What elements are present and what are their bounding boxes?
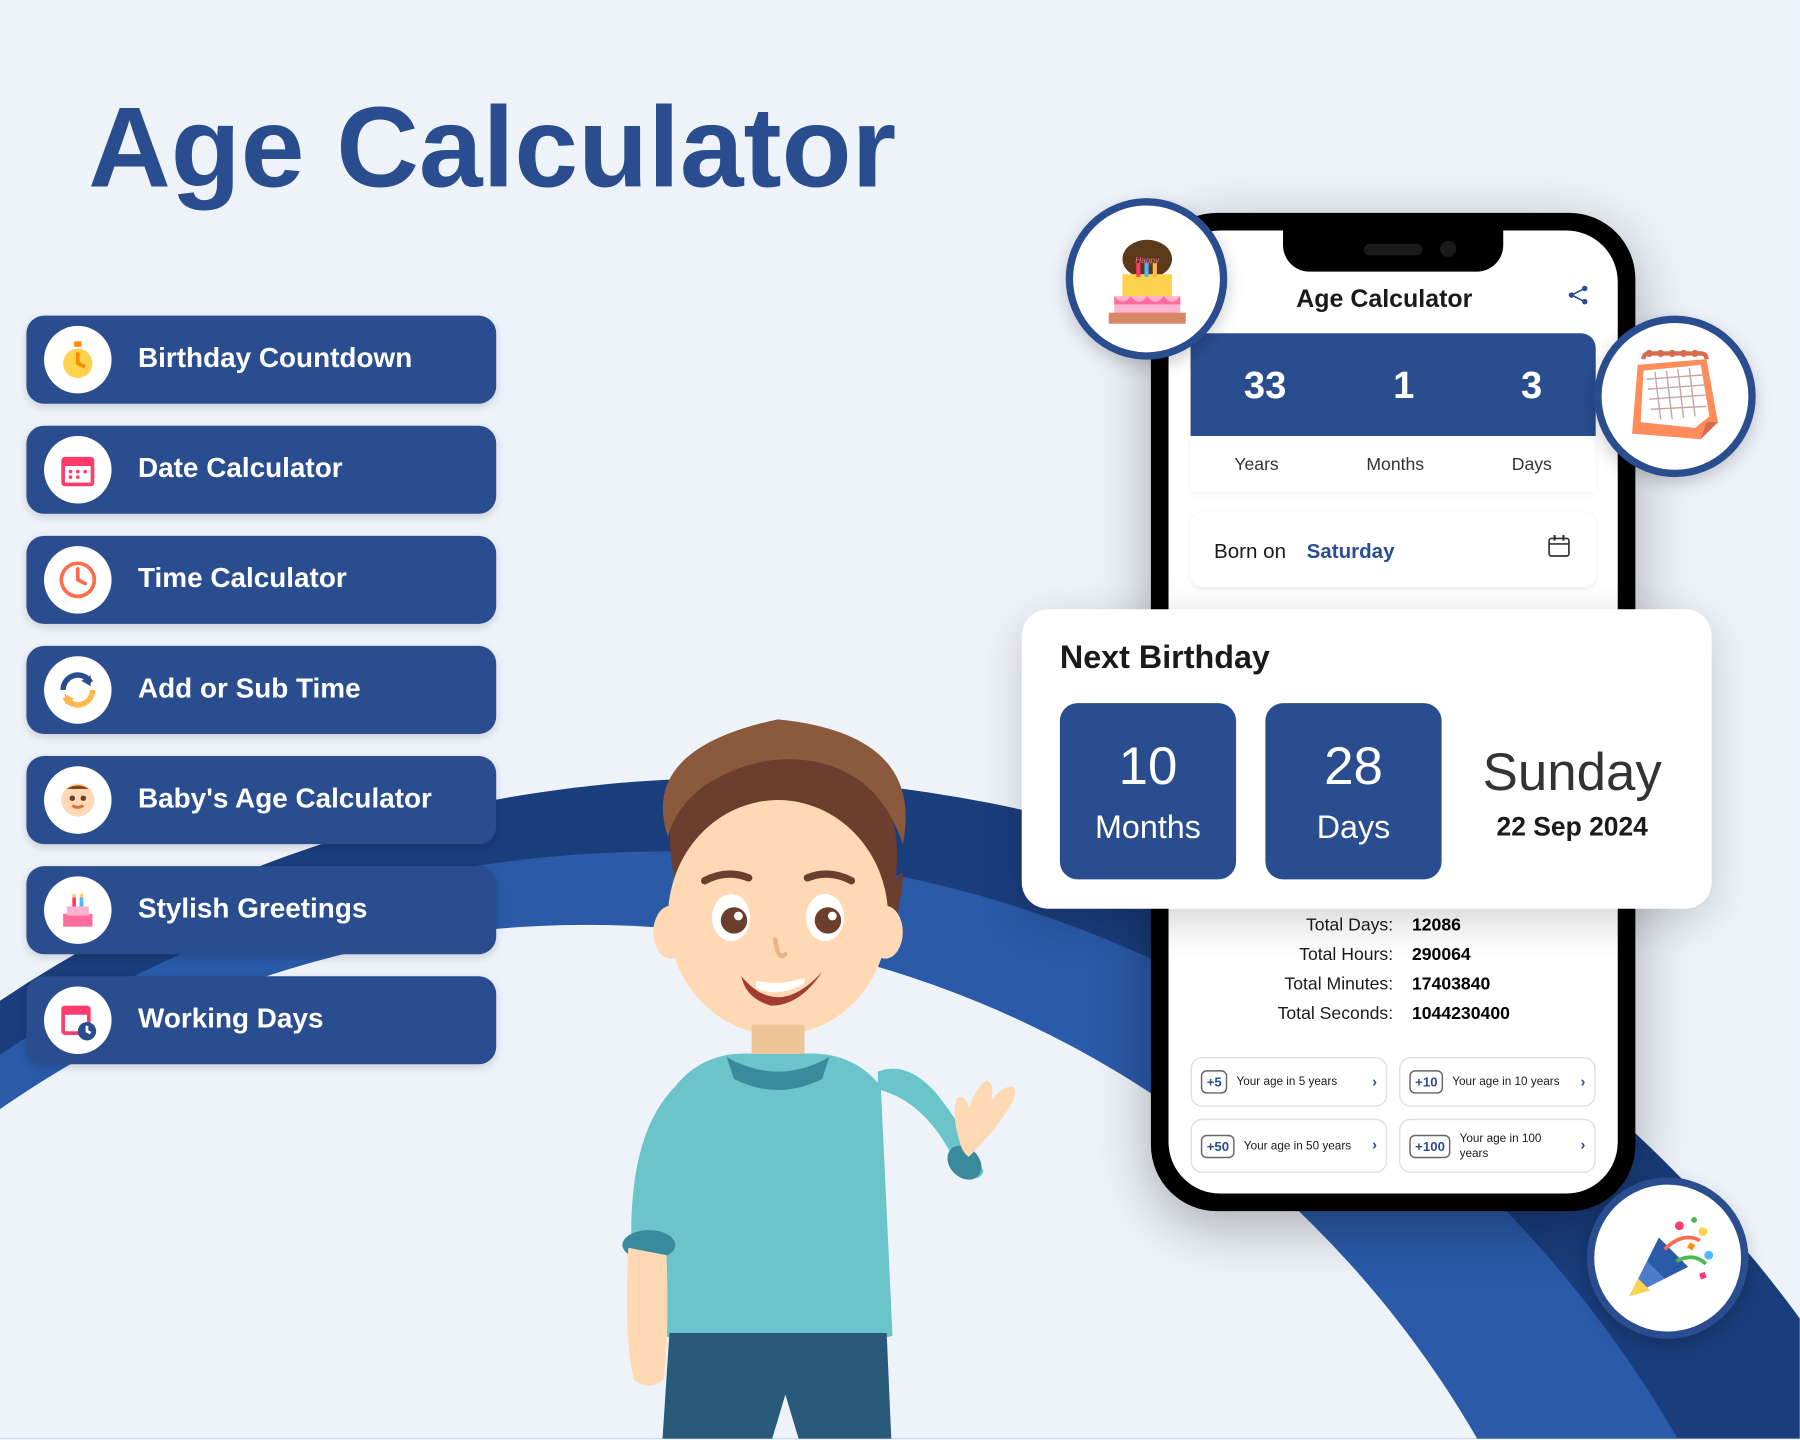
projection-10[interactable]: +10Your age in 10 years› xyxy=(1399,1057,1596,1107)
born-row[interactable]: Born on Saturday xyxy=(1191,512,1596,587)
total-row: Total Seconds:1044230400 xyxy=(1205,998,1581,1027)
callout-date: 22 Sep 2024 xyxy=(1471,811,1674,842)
feature-label: Baby's Age Calculator xyxy=(138,784,432,816)
age-months: 1 xyxy=(1393,362,1414,408)
feature-baby-age[interactable]: Baby's Age Calculator xyxy=(26,756,496,844)
phone-notch xyxy=(1283,230,1503,271)
feature-label: Birthday Countdown xyxy=(138,344,412,376)
born-label: Born on xyxy=(1214,538,1286,561)
calendar-clock-icon xyxy=(44,986,112,1054)
born-day: Saturday xyxy=(1307,538,1395,561)
feature-birthday-countdown[interactable]: Birthday Countdown xyxy=(26,316,496,404)
next-birthday-callout: Next Birthday 10 Months 28 Days Sunday 2… xyxy=(1022,609,1712,908)
calendar-dots-icon xyxy=(44,436,112,504)
feature-add-sub-time[interactable]: Add or Sub Time xyxy=(26,646,496,734)
callout-days-lbl: Days xyxy=(1317,809,1391,847)
share-icon[interactable] xyxy=(1565,282,1591,316)
total-row: Total Hours:290064 xyxy=(1205,940,1581,969)
callout-months-lbl: Months xyxy=(1095,809,1201,847)
feature-label: Add or Sub Time xyxy=(138,674,361,706)
age-labels: Years Months Days xyxy=(1191,436,1596,492)
callout-months-box: 10 Months xyxy=(1060,703,1236,879)
projection-50[interactable]: +50Your age in 50 years› xyxy=(1191,1119,1388,1174)
callout-title: Next Birthday xyxy=(1060,639,1674,677)
feature-label: Date Calculator xyxy=(138,454,343,486)
label-years: Years xyxy=(1234,454,1278,475)
boy-illustration xyxy=(528,646,1027,1439)
chevron-right-icon: › xyxy=(1372,1074,1377,1090)
feature-time-calculator[interactable]: Time Calculator xyxy=(26,536,496,624)
feature-label: Working Days xyxy=(138,1004,323,1036)
feature-label: Stylish Greetings xyxy=(138,894,367,926)
callout-dayname: Sunday xyxy=(1471,741,1674,803)
feature-list: Birthday Countdown Date Calculator Time … xyxy=(26,316,496,1065)
calendar-badge-icon xyxy=(1594,316,1755,477)
timer-icon xyxy=(44,326,112,394)
total-row: Total Minutes:17403840 xyxy=(1205,969,1581,998)
projection-grid: +5Your age in 5 years› +10Your age in 10… xyxy=(1191,1057,1596,1173)
page-title: Age Calculator xyxy=(88,81,896,215)
feature-stylish-greetings[interactable]: Stylish Greetings xyxy=(26,866,496,954)
label-days: Days xyxy=(1512,454,1552,475)
callout-months-num: 10 xyxy=(1119,735,1178,797)
cake-badge-icon: Happy xyxy=(1066,198,1227,359)
baby-icon xyxy=(44,766,112,834)
calendar-icon[interactable] xyxy=(1546,533,1572,567)
age-years: 33 xyxy=(1244,362,1286,408)
projection-5[interactable]: +5Your age in 5 years› xyxy=(1191,1057,1388,1107)
label-months: Months xyxy=(1366,454,1424,475)
age-days: 3 xyxy=(1521,362,1542,408)
chevron-right-icon: › xyxy=(1372,1138,1377,1154)
chevron-right-icon: › xyxy=(1581,1074,1586,1090)
chevron-right-icon: › xyxy=(1581,1138,1586,1154)
refresh-icon xyxy=(44,656,112,724)
party-popper-icon xyxy=(1587,1177,1748,1338)
callout-days-box: 28 Days xyxy=(1265,703,1441,879)
age-bar: 33 1 3 xyxy=(1191,333,1596,436)
callout-day-info: Sunday 22 Sep 2024 xyxy=(1471,741,1674,842)
callout-days-num: 28 xyxy=(1324,735,1383,797)
feature-date-calculator[interactable]: Date Calculator xyxy=(26,426,496,514)
app-title: Age Calculator xyxy=(1296,284,1472,313)
total-row: Total Days:12086 xyxy=(1205,910,1581,939)
cake-candle-icon xyxy=(44,876,112,944)
feature-label: Time Calculator xyxy=(138,564,347,596)
feature-working-days[interactable]: Working Days xyxy=(26,976,496,1064)
projection-100[interactable]: +100Your age in 100 years› xyxy=(1399,1119,1596,1174)
clock-icon xyxy=(44,546,112,614)
